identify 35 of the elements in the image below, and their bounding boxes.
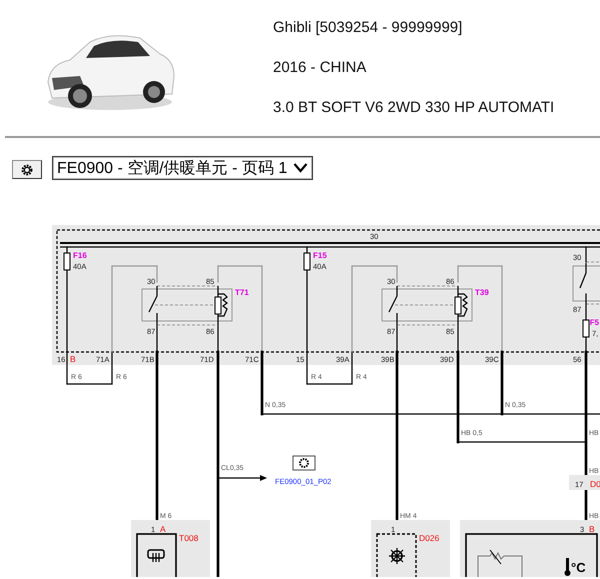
model-year-market: 2016 - CHINA (273, 59, 368, 77)
fuse-label: F15 (313, 251, 327, 260)
component-label: D026 (419, 533, 440, 543)
relay-label: T39 (475, 288, 489, 297)
connector-code: B (589, 524, 595, 534)
unit-label: °C (571, 560, 586, 575)
wire (306, 246, 308, 254)
arrow (217, 475, 267, 481)
fuse-symbol (582, 320, 590, 338)
fuse-symbol (304, 252, 310, 270)
thermometer-icon (564, 558, 570, 576)
variable-resistor-icon (478, 550, 522, 577)
fuse-label: F5 (590, 318, 600, 327)
settings-button[interactable] (12, 160, 42, 179)
wire (585, 293, 587, 321)
vehicle-model: Ghibli [5039254 - 99999999] (273, 19, 464, 37)
connector-background (569, 475, 600, 490)
component-outline (376, 533, 417, 577)
component-outline (136, 533, 177, 577)
snowflake-icon (388, 547, 406, 565)
connector-code: A (160, 524, 166, 534)
connector-code: B (70, 354, 76, 364)
fuse-symbol (64, 252, 70, 270)
component-label: T008 (179, 533, 198, 543)
wire (585, 246, 587, 263)
relay-label: T71 (235, 288, 249, 297)
fuse-label: F16 (73, 251, 87, 260)
page-dropdown[interactable]: FE0900 - 空调/供暖单元 - 页码 1 (52, 156, 314, 180)
page-link-icon[interactable] (292, 456, 316, 470)
gear-icon (19, 162, 35, 176)
relay-drawing (572, 262, 600, 304)
wire (66, 246, 68, 254)
engine-description: 3.0 BT SOFT V6 2WD 330 HP AUTOMATI (273, 99, 554, 117)
heater-icon (147, 549, 165, 563)
chevron-icon (293, 163, 308, 173)
